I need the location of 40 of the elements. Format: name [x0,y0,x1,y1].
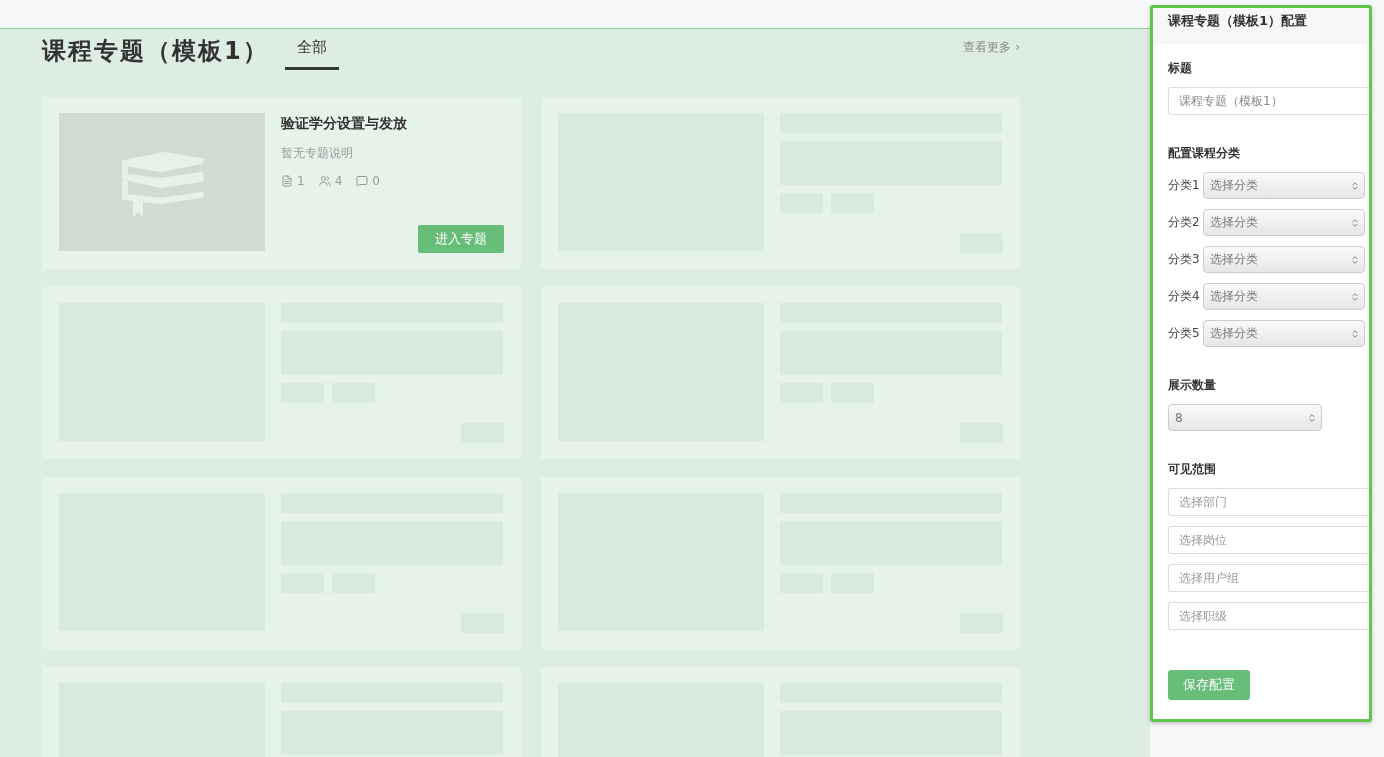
stat-count: 4 [334,174,343,188]
select-arrows-icon [1349,328,1360,339]
page-title: 课程专题（模板1） [42,36,269,67]
stat-count: 0 [372,174,380,188]
category-select[interactable]: 选择分类 [1202,209,1365,236]
category-select[interactable]: 选择分类 [1202,246,1365,273]
tab[interactable]: 全部 [284,38,339,70]
scope-input[interactable]: 选择职级 [1168,602,1369,630]
scope-input[interactable]: 选择用户组 [1168,564,1369,592]
section-label: 配置课程分类 [1168,145,1241,162]
comment-icon [356,175,369,187]
category-label: 分类2 [1168,214,1200,231]
category-label: 分类3 [1168,251,1200,268]
title-input[interactable]: 课程专题（模板1） [1168,87,1369,115]
category-select[interactable]: 选择分类 [1202,172,1365,199]
document-icon [281,175,293,187]
scope-input[interactable]: 选择部门 [1168,488,1369,516]
course-title: 验证学分设置与发放 [281,115,408,133]
category-label: 分类5 [1168,325,1200,342]
category-label: 分类4 [1168,288,1200,305]
select-arrows-icon [1349,217,1360,228]
category-select[interactable]: 选择分类 [1202,283,1365,310]
stat-count: 1 [297,174,305,188]
count-select[interactable]: 8 [1168,404,1322,431]
view-more-link[interactable]: 查看更多 › [963,39,1020,56]
category-label: 分类1 [1168,177,1200,194]
users-icon [318,175,331,187]
select-arrows-icon [1307,412,1317,423]
panel-title: 课程专题（模板1）配置 [1153,8,1369,44]
select-arrows-icon [1349,291,1360,302]
section-label: 展示数量 [1168,377,1217,394]
section-label: 可见范围 [1168,461,1217,478]
scope-input[interactable]: 选择岗位 [1168,526,1369,554]
category-select[interactable]: 选择分类 [1202,320,1365,347]
section-label: 标题 [1168,60,1193,77]
enter-button[interactable]: 进入专题 [418,225,504,253]
select-arrows-icon [1349,180,1360,191]
save-button[interactable]: 保存配置 [1168,670,1250,700]
select-arrows-icon [1349,254,1360,265]
course-description: 暂无专题说明 [281,145,354,162]
